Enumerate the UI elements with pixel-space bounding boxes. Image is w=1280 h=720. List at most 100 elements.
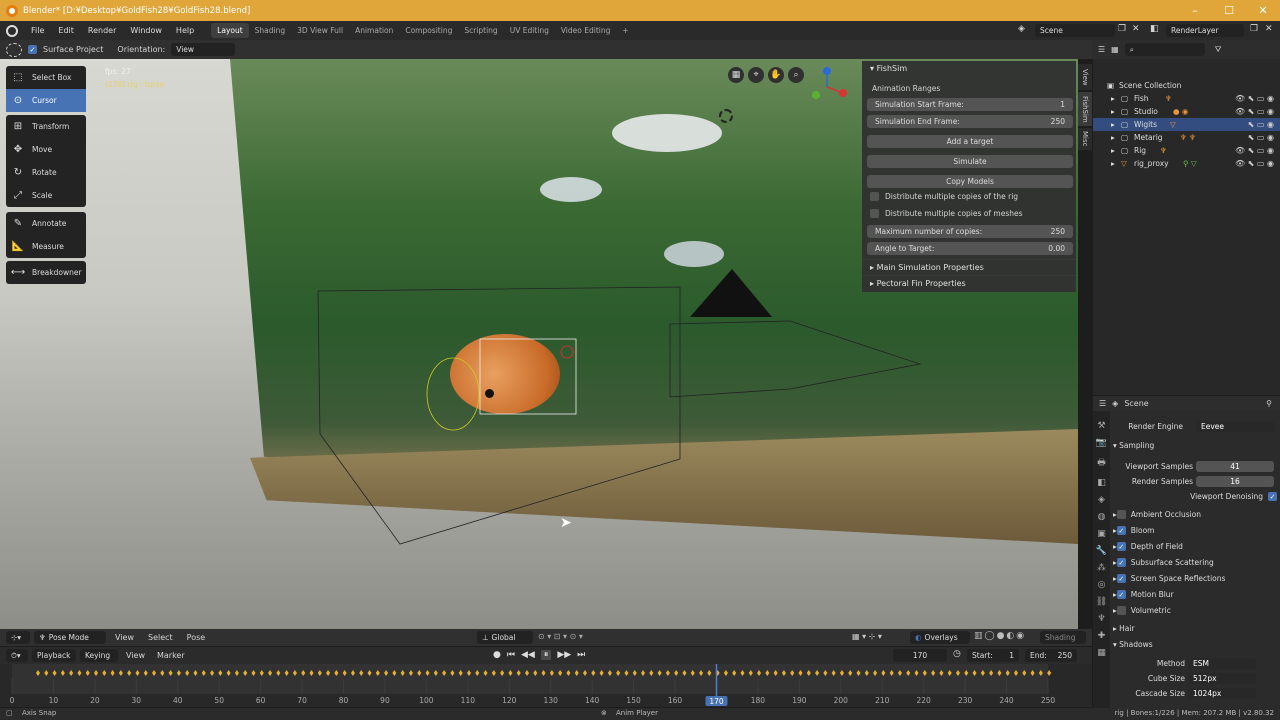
shadows-panel-header[interactable]: ▾ Shadows <box>1113 637 1277 652</box>
new-scene-icon[interactable]: ❐ <box>1118 24 1126 34</box>
sidebar-tab-view[interactable]: View <box>1078 64 1092 90</box>
distribute-rig-checkbox[interactable] <box>870 192 879 201</box>
orientation-dropdown[interactable]: View <box>171 43 236 56</box>
sampling-panel-header[interactable]: ▾ Sampling <box>1113 438 1277 453</box>
add-target-button[interactable]: Add a target <box>867 135 1073 148</box>
filter-icon[interactable]: ⛛ <box>1215 45 1222 55</box>
timeline-editor-icon[interactable]: ⏱▾ <box>6 649 28 662</box>
render-tab-icon[interactable]: 📷 <box>1096 438 1107 448</box>
texture-tab-icon[interactable]: ▦ <box>1097 648 1106 658</box>
jump-start-icon[interactable]: ⏮ <box>507 650 515 660</box>
effect-panel-screen-space-reflections[interactable]: ▸ ✓ Screen Space Reflections <box>1113 571 1277 586</box>
tab-video-editing[interactable]: Video Editing <box>555 23 617 38</box>
menu-pose[interactable]: Pose <box>182 633 211 642</box>
scene-tab-icon[interactable]: ◈ <box>1098 495 1105 505</box>
axis-gizmo[interactable] <box>805 65 855 107</box>
visibility-icons[interactable]: 👁 ⬉ ▭ ◉ <box>1235 94 1274 103</box>
tab-scripting[interactable]: Scripting <box>458 23 503 38</box>
effect-panel-ambient-occlusion[interactable]: ▸ Ambient Occlusion <box>1113 507 1277 522</box>
angle-to-target-field[interactable]: Angle to Target: 0.00 <box>867 242 1073 255</box>
tab-compositing[interactable]: Compositing <box>399 23 458 38</box>
jump-end-icon[interactable]: ⏭ <box>577 650 585 660</box>
tool-cursor[interactable]: ⊙ Cursor <box>6 89 86 112</box>
cascade-size-dropdown[interactable]: 1024px <box>1188 688 1256 699</box>
delete-scene-icon[interactable]: ✕ <box>1132 24 1140 34</box>
effect-panel-depth-of-field[interactable]: ▸ ✓ Depth of Field <box>1113 539 1277 554</box>
effect-panel-bloom[interactable]: ▸ ✓ Bloom <box>1113 523 1277 538</box>
tab-layout[interactable]: Layout <box>211 23 249 38</box>
tab-animation[interactable]: Animation <box>349 23 399 38</box>
sidebar-tab-fishsim[interactable]: FishSim <box>1078 92 1092 126</box>
render-samples-field[interactable]: 16 <box>1196 476 1274 487</box>
tool-annotate[interactable]: ✎ Annotate <box>6 212 86 235</box>
toggle-camera-icon[interactable]: ▦ <box>728 67 744 83</box>
render-layer-selector[interactable]: RenderLayer <box>1166 24 1244 37</box>
particles-tab-icon[interactable]: ⁂ <box>1097 563 1106 573</box>
new-layer-icon[interactable]: ❐ <box>1250 24 1258 34</box>
tool-select-box[interactable]: ⬚ Select Box <box>6 66 86 89</box>
timeline-marker-menu[interactable]: Marker <box>153 651 189 660</box>
outliner-scene-collection[interactable]: ▣ Scene Collection <box>1093 79 1280 92</box>
simulate-button[interactable]: Simulate <box>867 155 1073 168</box>
add-workspace-icon[interactable]: + <box>616 23 634 38</box>
shading-mode-buttons[interactable]: ▥◯●◐◉ <box>974 631 1026 641</box>
cube-size-dropdown[interactable]: 512px <box>1188 673 1256 684</box>
pan-hand-icon[interactable]: ✋ <box>768 67 784 83</box>
menu-window[interactable]: Window <box>123 26 169 35</box>
pause-icon[interactable]: ⏸ <box>540 650 552 660</box>
distribute-rig-toggle[interactable]: Distribute multiple copies of the rig <box>870 192 1018 201</box>
tool-breakdowner[interactable]: ⟷ Breakdowner <box>6 261 86 284</box>
zoom-icon[interactable]: ⌕ <box>788 67 804 83</box>
delete-layer-icon[interactable]: ✕ <box>1265 24 1273 34</box>
effect-checkbox[interactable] <box>1116 510 1126 519</box>
scene-selector[interactable]: Scene <box>1035 24 1115 37</box>
menu-help[interactable]: Help <box>169 26 201 35</box>
modifier-tab-icon[interactable]: 🔧 <box>1096 546 1107 556</box>
menu-file[interactable]: File <box>24 26 51 35</box>
transform-orientation-dropdown[interactable]: ⊥ Global <box>477 631 533 644</box>
hair-panel-header[interactable]: ▸ Hair <box>1113 621 1277 636</box>
start-frame-field[interactable]: Start: 1 <box>967 649 1019 662</box>
playback-menu[interactable]: Playback <box>32 649 76 662</box>
clock-icon[interactable]: ◷ <box>953 649 961 659</box>
shading-dropdown[interactable]: Shading <box>1040 631 1086 644</box>
blender-menu-icon[interactable] <box>6 24 18 37</box>
effect-panel-motion-blur[interactable]: ▸ ✓ Motion Blur <box>1113 587 1277 602</box>
sim-start-frame-field[interactable]: Simulation Start Frame: 1 <box>867 98 1073 111</box>
tool-tab-icon[interactable]: ⚒ <box>1097 421 1105 431</box>
tab-uv-editing[interactable]: UV Editing <box>504 23 555 38</box>
fishsim-panel-header[interactable]: ▾ FishSim <box>862 61 1076 76</box>
outliner-item-wigits[interactable]: ▸ ▢ Wigits ▽ ⬉ ▭ ◉ <box>1093 118 1280 131</box>
menu-select[interactable]: Select <box>143 633 178 642</box>
viewport-denoising-checkbox[interactable]: ✓ <box>1268 492 1277 501</box>
menu-render[interactable]: Render <box>81 26 123 35</box>
menu-view[interactable]: View <box>110 633 139 642</box>
main-sim-props-header[interactable]: ▸ Main Simulation Properties <box>862 259 1076 274</box>
max-copies-field[interactable]: Maximum number of copies: 250 <box>867 225 1073 238</box>
timeline-area[interactable]: 0 10 20 30 40 50 60 70 80 90 100 110 120 130 140 150 160… <box>0 664 1092 707</box>
editor-type-icon[interactable]: ☰ <box>1098 45 1105 54</box>
effect-panel-subsurface-scattering[interactable]: ▸ ✓ Subsurface Scattering <box>1113 555 1277 570</box>
editor-type-icon[interactable]: ☰ <box>1099 399 1106 408</box>
tool-measure[interactable]: 📐 Measure <box>6 235 86 258</box>
tool-rotate[interactable]: ↻ Rotate <box>6 161 86 184</box>
output-tab-icon[interactable]: 🖶 <box>1097 455 1106 471</box>
maximize-button[interactable]: ☐ <box>1212 0 1246 21</box>
copy-models-button[interactable]: Copy Models <box>867 175 1073 188</box>
effect-checkbox[interactable]: ✓ <box>1116 590 1126 599</box>
effect-checkbox[interactable]: ✓ <box>1116 574 1126 583</box>
keying-menu[interactable]: Keying <box>80 649 118 662</box>
viewport-shading-icons[interactable]: ▦ ▾ ⊹ ▾ <box>852 632 882 641</box>
effect-checkbox[interactable]: ✓ <box>1116 542 1126 551</box>
tool-move[interactable]: ✥ Move <box>6 138 86 161</box>
shadow-method-dropdown[interactable]: ESM <box>1188 658 1256 669</box>
surface-project-checkbox[interactable]: ✓ <box>28 45 37 54</box>
distribute-meshes-toggle[interactable]: Distribute multiple copies of meshes <box>870 209 1023 218</box>
constraints-tab-icon[interactable]: ⛓ <box>1096 597 1107 607</box>
tab-3d-view-full[interactable]: 3D View Full <box>291 23 349 38</box>
minimize-button[interactable]: – <box>1178 0 1212 21</box>
timeline-view-menu[interactable]: View <box>122 651 149 660</box>
record-icon[interactable]: ● <box>493 650 501 660</box>
effect-checkbox[interactable] <box>1116 606 1126 615</box>
world-tab-icon[interactable]: ◍ <box>1098 512 1106 522</box>
